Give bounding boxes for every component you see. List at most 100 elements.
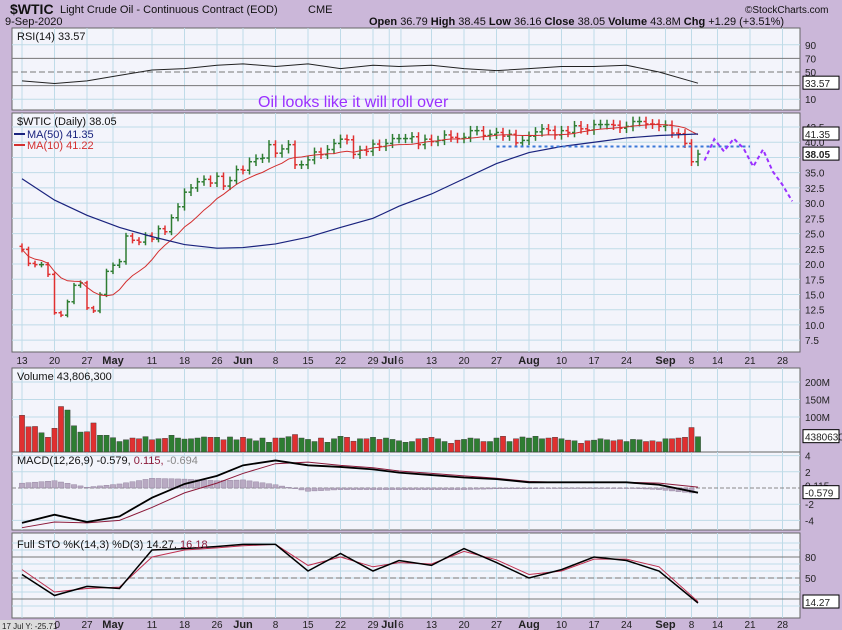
volume-bar (441, 441, 448, 453)
volume-bar (597, 438, 604, 453)
volume-bar (396, 440, 402, 453)
macd-histogram-bar (370, 487, 376, 490)
macd-histogram-bar (597, 487, 604, 489)
volume-bar (506, 441, 513, 453)
volume-bar (318, 437, 324, 453)
volume-bar (84, 431, 90, 453)
annotation-text: Oil looks like it will roll over (258, 94, 449, 111)
volume-bar (669, 438, 675, 453)
macd-histogram-bar (337, 487, 344, 490)
macd-histogram-bar (344, 487, 350, 490)
volume-bar (64, 409, 71, 453)
volume-bar (207, 437, 214, 453)
x-axis-label-bottom: 8 (689, 620, 695, 630)
volume-bar (19, 415, 25, 453)
macd-histogram-bar (129, 481, 136, 489)
volume-bar (337, 436, 344, 453)
volume-axis-tick: 100M (805, 413, 830, 424)
x-axis-label-bottom: Jul (381, 619, 397, 630)
x-axis-label-bottom: 18 (179, 620, 191, 630)
x-axis-label-bottom: 14 (712, 620, 724, 630)
sto-k-legend: Full STO %K(14,3) %D(3) 14.27, (17, 539, 177, 551)
volume-bar (38, 432, 45, 453)
volume-bar (435, 438, 441, 453)
price-axis-tick: 20.0 (805, 260, 825, 271)
volume-bar (539, 438, 545, 453)
volume-bar (162, 438, 168, 453)
volume-bar (552, 437, 558, 453)
x-axis-label-bottom: 26 (211, 620, 223, 630)
macd-legend: MACD(12,26,9) -0.579, 0.115, -0.694 (17, 455, 198, 467)
volume-bar (344, 437, 350, 453)
x-axis-label: 11 (147, 356, 158, 367)
volume-bar (97, 435, 103, 453)
volume-bar (474, 438, 480, 453)
macd-histogram-bar (415, 487, 422, 490)
x-axis-label-bottom: Sep (655, 619, 675, 630)
volume-bar (279, 437, 285, 453)
macd-hist-legend: -0.694 (167, 455, 198, 467)
volume-bar (149, 439, 155, 453)
volume-bar (246, 438, 253, 453)
x-axis-label-bottom: 21 (744, 620, 756, 630)
macd-histogram-bar (513, 487, 519, 490)
price-axis-tick: 7.5 (805, 336, 819, 347)
macd-histogram-bar (383, 487, 389, 490)
volume-bar (656, 441, 662, 453)
macd-histogram-bar (610, 487, 617, 489)
macd-histogram-bar (441, 487, 448, 490)
volume-bar (90, 422, 97, 453)
brand-logo[interactable]: ©StockCharts.com (745, 5, 829, 16)
volume-bar (448, 443, 454, 453)
x-axis-label-bottom: May (102, 619, 124, 630)
macd-histogram-bar (532, 487, 539, 489)
x-axis-label: 20 (458, 356, 470, 367)
macd-histogram-bar (97, 485, 103, 489)
macd-axis-tick: 2 (805, 468, 811, 479)
volume-bar (214, 437, 220, 453)
price-axis-tick: 32.5 (805, 184, 825, 195)
sto-axis-tick: 50 (805, 574, 817, 585)
chg-label: Chg (684, 16, 705, 28)
volume-bar (610, 440, 617, 453)
ma50-last-value: 41.35 (805, 130, 830, 141)
macd-histogram-bar (272, 484, 279, 489)
macd-histogram-bar (38, 481, 45, 489)
volume-bar (526, 437, 532, 453)
volume-axis-tick: 150M (805, 396, 830, 407)
volume-bar (110, 437, 116, 453)
macd-histogram-bar (422, 487, 428, 490)
x-axis-label: 13 (426, 356, 438, 367)
x-axis-label: 18 (179, 356, 191, 367)
macd-histogram-bar (402, 487, 409, 490)
low-label: Low (489, 16, 511, 28)
macd-histogram-bar (259, 482, 266, 489)
macd-histogram-bar (311, 487, 318, 492)
volume-bar (188, 438, 194, 453)
macd-histogram-bar (604, 487, 610, 489)
volume-bar (649, 440, 656, 453)
macd-histogram-bar (110, 484, 116, 489)
macd-histogram-bar (467, 487, 474, 490)
price-last-value: 38.05 (805, 150, 830, 161)
volume-bar (292, 434, 298, 453)
x-axis-label: 17 (588, 356, 600, 367)
macd-histogram-bar (214, 480, 220, 489)
volume-bar (32, 426, 38, 453)
macd-histogram-bar (155, 478, 162, 489)
volume-bar (513, 438, 519, 453)
volume-bar (617, 439, 623, 453)
macd-histogram-bar (389, 487, 396, 490)
volume-bar (201, 436, 207, 453)
x-axis-label-bottom: 29 (367, 620, 379, 630)
volume-bar (500, 436, 506, 453)
macd-histogram-bar (617, 487, 623, 489)
volume-bar (181, 438, 188, 453)
macd-histogram-bar (279, 485, 285, 489)
rsi-last-value: 33.57 (805, 79, 830, 90)
volume-bar (103, 435, 110, 453)
x-axis-label: 10 (556, 356, 568, 367)
volume-bar (129, 437, 136, 453)
macd-histogram-bar (324, 487, 331, 491)
volume-bar (422, 438, 428, 453)
